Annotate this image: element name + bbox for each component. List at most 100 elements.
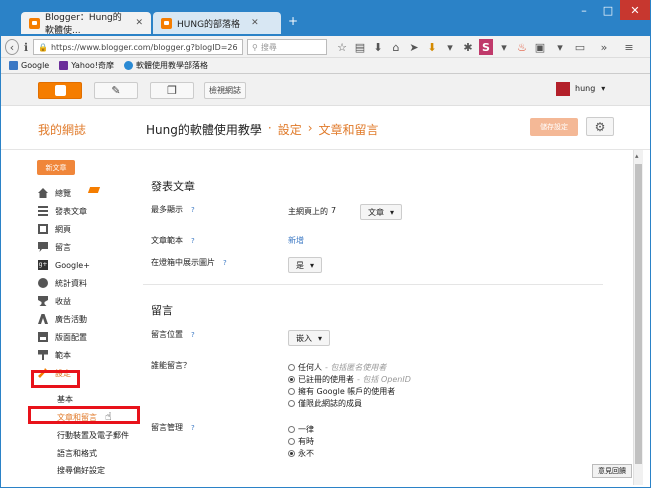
moderation-option[interactable]: 有時 [288,436,314,447]
dropdown-icon[interactable]: ▾ [443,39,457,55]
help-icon[interactable]: ? [223,259,227,267]
new-post-button[interactable]: 新文章 [37,160,75,175]
lightbox-dropdown[interactable]: 是 ▾ [288,257,323,273]
sidebar-item-pages[interactable]: 網頁 [38,222,71,236]
moderation-option[interactable]: 一律 [288,424,314,435]
dropdown-icon[interactable]: ▾ [553,39,567,55]
close-tab-icon[interactable]: ✕ [135,18,143,28]
label-text: 在燈箱中展示圖片 [151,258,215,267]
dropdown-icon[interactable]: ▾ [497,39,511,55]
bookmark-google[interactable]: Google [9,61,49,70]
home-icon[interactable]: ⌂ [389,39,403,55]
who-can-comment-option[interactable]: 任何人 - 包括匿名使用者 [288,362,386,373]
page-header: 我的網誌 Hung的軟體使用教學 · 設定 › 文章和留言 儲存設定 ⚙ [1,106,650,150]
sidebar-item-campaigns[interactable]: 廣告活動 [38,312,87,326]
add-template-link[interactable]: 新增 [288,235,304,246]
help-icon[interactable]: ? [191,331,195,339]
minimize-icon[interactable]: – [572,0,596,20]
view-blog-button[interactable]: 檢視網誌 [204,82,246,99]
clipboard-icon[interactable]: ▣ [533,39,547,55]
show-at-most-label: 最多顯示? [151,204,195,215]
bookmark-yahoo[interactable]: Yahoo!奇摩 [59,60,114,71]
sidebar-item-earnings[interactable]: 收益 [38,294,71,308]
save-settings-button[interactable]: 儲存設定 [530,118,578,136]
radio-button[interactable] [288,400,295,407]
puzzle-icon[interactable]: ✱ [461,39,475,55]
sidebar-subitem-search-prefs[interactable]: 搜尋偏好設定 [57,465,105,478]
maximize-icon[interactable]: □ [596,0,620,20]
breadcrumb-settings[interactable]: 設定 [278,121,302,138]
label-text: 文章範本 [151,236,183,245]
back-icon[interactable]: ‹ [5,39,19,55]
show-at-most-input[interactable]: 7 [331,206,336,217]
gear-icon[interactable]: ⚙ [586,117,614,136]
search-icon: ⚲ [252,42,258,52]
posts-list-button[interactable]: ❐ [150,82,194,99]
radio-button[interactable] [288,388,295,395]
sync-icon[interactable]: ▭ [573,39,587,55]
s-extension-icon[interactable]: S [479,39,493,55]
sidebar-item-google-plus[interactable]: g+ Google+ [38,258,90,272]
close-window-icon[interactable]: ✕ [620,0,650,20]
scrollbar[interactable]: ▴ [633,150,643,485]
sidebar-subitem-mobile-email[interactable]: 行動裝置及電子郵件 [57,430,129,443]
send-icon[interactable]: ➤ [407,39,421,55]
sidebar-item-comments[interactable]: 留言 [38,240,71,254]
feedback-button[interactable]: 意見回饋 [592,464,632,478]
who-can-comment-option[interactable]: 已註冊的使用者 - 包括 OpenID [288,374,411,385]
overflow-icon[interactable]: » [597,39,611,55]
chevron-down-icon: ▾ [601,84,606,93]
sidebar-subitem-language[interactable]: 語言和格式 [57,448,97,461]
help-icon[interactable]: ? [191,424,195,432]
trophy-icon [38,296,48,306]
sidebar-item-overview[interactable]: 總覽 [38,186,71,200]
bookmark-blog[interactable]: 軟體使用教學部落格 [123,60,208,71]
help-icon[interactable]: ? [191,206,195,214]
user-name: hung [575,84,596,93]
download-icon[interactable]: ⬇ [371,39,385,55]
posts-icon [38,206,48,216]
scroll-up-icon[interactable]: ▴ [635,152,639,160]
avatar[interactable] [556,82,570,96]
scrollbar-thumb[interactable] [635,164,642,464]
option-hint: - 包括 OpenID [357,375,411,384]
tab-title: Blogger：Hung的軟體使... [45,13,122,36]
close-tab-icon[interactable]: ✕ [251,18,259,28]
radio-button[interactable] [288,438,295,445]
radio-button[interactable] [288,426,295,433]
tab-hung-blog[interactable]: HUNG的部落格 ✕ [153,12,281,34]
bookmark-label: Yahoo!奇摩 [71,61,114,70]
new-tab-icon[interactable]: + [288,14,298,28]
radio-button-selected[interactable] [288,376,295,383]
blogger-logo-button[interactable] [38,82,82,99]
sidebar-item-template[interactable]: 範本 [38,348,71,362]
radio-button-selected[interactable] [288,450,295,457]
show-unit-dropdown[interactable]: 文章 ▾ [360,204,403,220]
comment-location-dropdown[interactable]: 嵌入 ▾ [288,330,331,346]
my-blogs-link[interactable]: 我的網誌 [38,121,86,138]
sidebar-item-label: 收益 [55,296,71,306]
menu-icon[interactable]: ≡ [621,39,637,55]
sidebar-item-posts[interactable]: 發表文章 [38,204,87,218]
sidebar-item-label: 網頁 [55,224,71,234]
moderation-option[interactable]: 永不 [288,448,314,459]
moderation-label: 留言管理? [151,422,195,433]
addon-download-icon[interactable]: ⬇ [425,39,439,55]
tab-title: HUNG的部落格 [177,19,241,30]
star-icon[interactable]: ☆ [335,39,349,55]
radio-button[interactable] [288,364,295,371]
sidebar-item-stats[interactable]: 統計資料 [38,276,87,290]
search-input[interactable]: ⚲ 搜尋 [247,39,327,55]
who-can-comment-option[interactable]: 僅限此網誌的成員 [288,398,362,409]
sidebar-item-layout[interactable]: 版面配置 [38,330,87,344]
new-post-pencil-button[interactable]: ✎ [94,82,138,99]
extension-icon[interactable]: ♨ [515,39,529,55]
tab-blogger[interactable]: Blogger：Hung的軟體使... ✕ [21,12,151,36]
help-icon[interactable]: ? [191,237,195,245]
comment-location-label: 留言位置? [151,329,195,340]
info-icon[interactable]: ℹ [20,39,32,55]
user-menu[interactable]: hung ▾ [575,84,605,93]
url-bar[interactable]: 🔒 https://www.blogger.com/blogger.g?blogI… [33,39,243,55]
reading-list-icon[interactable]: ▤ [353,39,367,55]
who-can-comment-option[interactable]: 擁有 Google 帳戶的使用者 [288,386,395,397]
